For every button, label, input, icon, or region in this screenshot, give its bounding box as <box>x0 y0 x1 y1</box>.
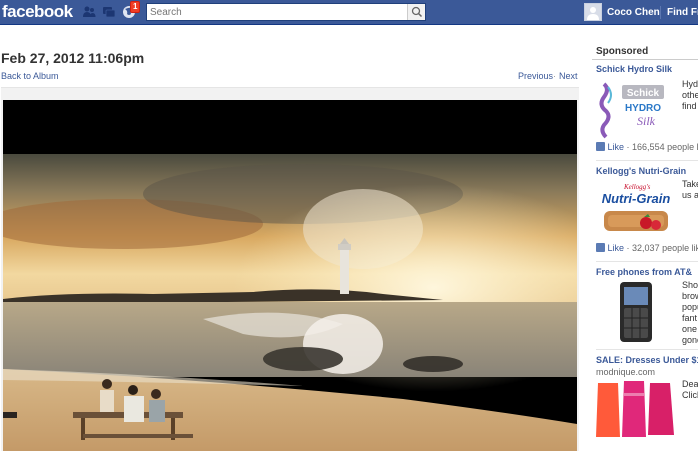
ad-body-line: find <box>682 101 697 111</box>
ad-body-line: Take <box>682 179 698 189</box>
find-friends-link[interactable]: Find Fri <box>667 7 698 18</box>
friend-requests-icon[interactable] <box>82 5 96 19</box>
default-avatar-icon <box>585 4 601 20</box>
ad-body-line: one <box>682 324 698 334</box>
photo-timestamp: Feb 27, 2012 11:06pm <box>1 50 145 66</box>
search-button[interactable] <box>407 4 425 20</box>
ad-body: Dea Click <box>682 379 698 401</box>
ad-body-line: othe <box>682 90 698 100</box>
user-avatar[interactable] <box>584 3 602 21</box>
ad-logo-text: Kellogg's <box>623 183 651 191</box>
ad-body-line: fant <box>682 313 698 323</box>
ad-logo-text: Nutri-Grain <box>602 191 671 206</box>
like-count: · 166,554 people lik <box>626 142 698 152</box>
back-to-album-link[interactable]: Back to Album <box>1 71 59 81</box>
ad-body-line: popu <box>682 302 698 312</box>
ad-divider <box>596 349 698 350</box>
ad-like-row: Like · 32,037 people like <box>596 243 698 253</box>
next-photo-link[interactable]: Next <box>559 71 578 81</box>
like-link[interactable]: Like <box>608 142 625 152</box>
sponsored-divider <box>592 59 698 60</box>
ad-image[interactable] <box>596 379 676 441</box>
ad-logo-text: Silk <box>637 114 656 128</box>
ad-schick[interactable]: Schick Hydro Silk Schick HYDRO Silk Hyd … <box>596 64 698 156</box>
search-box[interactable] <box>146 3 426 21</box>
ad-body: Shop brow popu fant one gone <box>682 280 698 346</box>
messages-icon[interactable] <box>102 5 116 19</box>
ad-body-line: us a <box>682 190 698 200</box>
nav-divider <box>660 6 661 19</box>
nutri-grain-product-image: Kellogg's Nutri-Grain <box>596 179 676 241</box>
notification-badge: 1 <box>130 1 141 13</box>
ad-image[interactable] <box>596 280 676 344</box>
facebook-logo[interactable]: facebook <box>2 2 73 22</box>
ad-logo-text: HYDRO <box>625 103 661 114</box>
nav-separator: · <box>553 71 556 81</box>
ad-body: Hyd othe find <box>682 79 698 112</box>
thumbs-up-icon <box>596 142 605 151</box>
thumbs-up-icon <box>596 243 605 252</box>
ad-divider <box>596 261 698 262</box>
phone-product-image <box>596 280 676 344</box>
ad-att-phones[interactable]: Free phones from AT& Shop brow popu fant… <box>596 267 698 347</box>
photo-stage[interactable] <box>3 100 577 451</box>
ad-kelloggs[interactable]: Kellogg's Nutri-Grain Kellogg's Nutri-Gr… <box>596 166 698 258</box>
search-input[interactable] <box>147 4 407 20</box>
ad-body-line: Dea <box>682 379 698 389</box>
ad-title[interactable]: Kellogg's Nutri-Grain <box>596 166 698 176</box>
ad-divider <box>596 160 698 161</box>
ad-domain[interactable]: modnique.com <box>596 367 655 377</box>
sponsored-heading: Sponsored <box>596 46 649 57</box>
ad-body: Take us a <box>682 179 698 201</box>
user-name-link[interactable]: Coco Chen <box>607 7 660 18</box>
ad-title[interactable]: Schick Hydro Silk <box>596 64 698 74</box>
like-link[interactable]: Like <box>608 243 625 253</box>
previous-photo-link[interactable]: Previous <box>518 71 553 81</box>
ad-image[interactable]: Kellogg's Nutri-Grain <box>596 179 676 241</box>
ad-modnique-dresses[interactable]: SALE: Dresses Under $1 modnique.com Dea … <box>596 355 698 451</box>
dresses-product-image <box>596 379 676 441</box>
ad-body-line: brow <box>682 291 698 301</box>
ad-logo-text: Schick <box>627 88 660 99</box>
ad-title[interactable]: Free phones from AT& <box>596 267 698 277</box>
top-navigation-bar: facebook 1 Coco Chen Find Fri <box>0 0 698 25</box>
ad-like-row: Like · 166,554 people lik <box>596 142 698 152</box>
beach-lighthouse-photo[interactable] <box>3 154 577 451</box>
ad-title[interactable]: SALE: Dresses Under $1 <box>596 355 698 365</box>
ad-body-line: Hyd <box>682 79 698 89</box>
schick-hydro-silk-logo: Schick HYDRO Silk <box>596 79 676 139</box>
ad-body-line: gone <box>682 335 698 345</box>
ad-image[interactable]: Schick HYDRO Silk <box>596 79 676 139</box>
search-icon <box>411 6 423 18</box>
ad-body-line: Click <box>682 390 698 400</box>
like-count: · 32,037 people like <box>626 243 698 253</box>
ad-body-line: Shop <box>682 280 698 290</box>
